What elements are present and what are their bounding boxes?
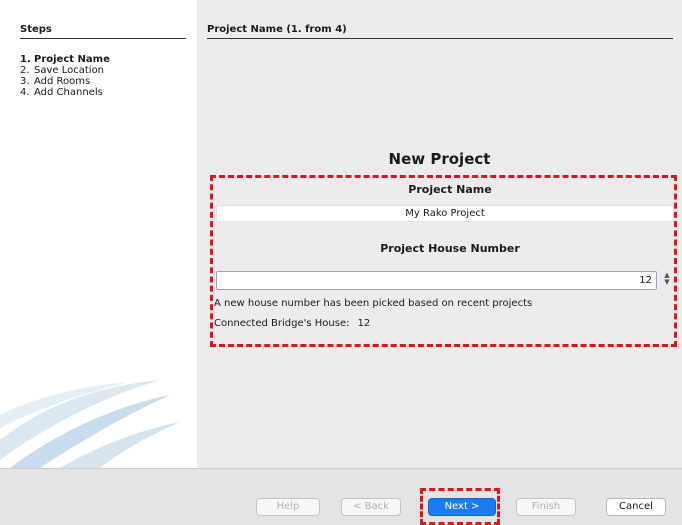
help-button[interactable]: Help (256, 498, 320, 516)
step-number: 4. (20, 87, 30, 98)
back-button[interactable]: < Back (341, 498, 401, 516)
bridge-house-line: Connected Bridge's House: 12 (214, 318, 370, 329)
step-label: Add Rooms (34, 76, 91, 87)
steps-list: 1. Project Name 2. Save Location 3. Add Roo… (20, 54, 110, 98)
step-number: 1. (20, 54, 31, 65)
next-highlight-box (420, 488, 500, 525)
step-item-add-channels: 4. Add Channels (20, 87, 110, 98)
house-number-note: A new house number has been picked based… (214, 298, 533, 309)
swoosh-logo-watermark-icon (0, 380, 180, 468)
step-label: Project Name (34, 54, 110, 65)
finish-button[interactable]: Finish (516, 498, 576, 516)
project-name-input[interactable]: My Rako Project (216, 205, 674, 222)
form-title: New Project (388, 150, 491, 168)
house-number-label: Project House Number (380, 242, 520, 255)
cancel-button[interactable]: Cancel (606, 498, 666, 516)
bridge-house-label: Connected Bridge's House: (214, 318, 350, 329)
wizard-button-bar (0, 468, 682, 525)
step-number: 3. (20, 76, 30, 87)
step-label: Add Channels (34, 87, 103, 98)
step-item-save-location: 2. Save Location (20, 65, 110, 76)
step-item-project-name: 1. Project Name (20, 54, 110, 65)
step-label: Save Location (34, 65, 105, 76)
step-number: 2. (20, 65, 30, 76)
house-number-input[interactable]: 12 (216, 271, 657, 290)
steps-panel: Steps 1. Project Name 2. Save Location 3. A… (0, 0, 197, 468)
up-down-spinner-icon[interactable]: ▲ ▼ (662, 272, 672, 288)
page-heading: Project Name (1. from 4) (207, 24, 673, 39)
project-name-label: Project Name (408, 183, 492, 196)
steps-heading: Steps (20, 24, 186, 39)
bridge-house-value: 12 (357, 318, 371, 329)
step-item-add-rooms: 3. Add Rooms (20, 76, 110, 87)
